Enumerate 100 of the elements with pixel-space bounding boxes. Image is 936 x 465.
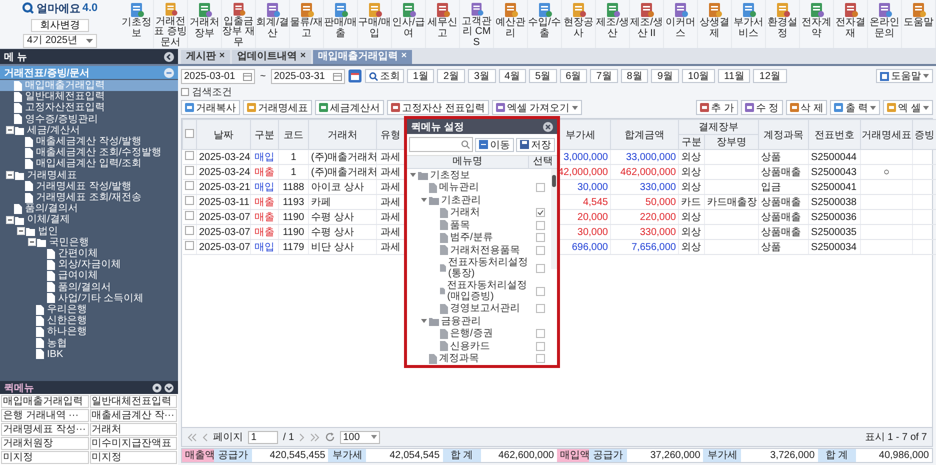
toolbar-item[interactable]: 부가서비스	[732, 0, 766, 48]
collapse-icon[interactable]	[164, 52, 174, 62]
menu-tree-item[interactable]: 기초관리	[407, 194, 529, 206]
tree-item[interactable]: 거래명세표 작성/발행	[0, 180, 178, 192]
toolbar-item[interactable]: 거래전표 증빙문서	[154, 0, 188, 48]
action-button[interactable]: 삭 제	[786, 100, 828, 115]
checkbox[interactable]	[184, 196, 194, 205]
quick-menu-button[interactable]: 일반대체전표입력	[90, 395, 177, 408]
quick-menu-button[interactable]: 거래처원장	[1, 437, 88, 450]
month-button[interactable]: 4월	[498, 69, 526, 83]
tree-item[interactable]: 우리은행	[0, 304, 178, 316]
month-button[interactable]: 12월	[753, 69, 787, 83]
move-button[interactable]: 이동	[475, 138, 514, 152]
menu-tree-item[interactable]: 전표자동처리설정(매입증빙)	[407, 280, 529, 302]
tree-item[interactable]: 신한은행	[0, 315, 178, 326]
toolbar-item[interactable]: 회계/결산	[256, 0, 290, 48]
menu-tree-item[interactable]: 메뉴관리	[407, 182, 529, 194]
close-icon[interactable]	[219, 52, 225, 58]
calendar-icon[interactable]	[348, 69, 362, 83]
tree-item[interactable]: 간편이체	[0, 248, 178, 260]
checkbox[interactable]	[185, 128, 194, 138]
menu-tree-item[interactable]: 거래처	[407, 206, 529, 219]
previous-page-icon[interactable]	[202, 432, 208, 442]
month-button[interactable]: 1월	[406, 69, 434, 83]
checkbox[interactable]	[184, 211, 194, 220]
menu-tree-item[interactable]: 품목	[407, 219, 529, 232]
month-button[interactable]: 9월	[651, 69, 679, 83]
calendar-icon[interactable]	[332, 72, 342, 80]
tree-item[interactable]: 사업/기타 소득이체	[0, 292, 178, 304]
tree-item[interactable]: 국민은행	[0, 236, 178, 248]
toolbar-item[interactable]: 고객관리 CMS	[460, 0, 494, 48]
month-button[interactable]: 5월	[529, 69, 557, 83]
toolbar-item[interactable]: 물류/재고	[290, 0, 324, 48]
toolbar-item[interactable]: 전자결재	[834, 0, 868, 48]
tab[interactable]: 게시판	[181, 50, 230, 64]
checkbox[interactable]	[536, 264, 544, 272]
checkbox[interactable]	[536, 286, 544, 296]
period-dropdown[interactable]: 4기 2025년	[23, 34, 97, 48]
checkbox[interactable]	[536, 342, 544, 351]
quick-menu-button[interactable]: 미지정	[90, 451, 177, 464]
action-button[interactable]: 추 가	[696, 100, 738, 115]
toolbar-item[interactable]: 인사/급여	[392, 0, 426, 48]
month-button[interactable]: 10월	[682, 69, 716, 83]
quick-menu-button[interactable]: 미지정	[1, 451, 88, 464]
page-field[interactable]: 1	[248, 430, 278, 444]
quick-menu-button[interactable]: 매입매출거래입력	[1, 395, 88, 408]
action-button[interactable]: 고정자산 전표입력	[387, 100, 489, 115]
search-button[interactable]: 조회	[364, 69, 404, 83]
tree-item[interactable]: 품의/결의서	[0, 203, 178, 214]
search-conditions-toggle[interactable]: 검색조건	[181, 86, 933, 97]
menu-tree-item[interactable]: 전표자동처리설정(통장)	[407, 256, 529, 280]
checkbox[interactable]	[536, 208, 544, 218]
tree-item[interactable]: 급여이체	[0, 270, 178, 282]
toolbar-item[interactable]: 도움말	[902, 0, 936, 48]
checkbox[interactable]	[184, 226, 194, 235]
toolbar-item[interactable]: 이커머스	[664, 0, 698, 48]
checkbox[interactable]	[184, 241, 194, 250]
toolbar-item[interactable]: 세무신고	[426, 0, 460, 48]
tree-item[interactable]: 하나은행	[0, 326, 178, 338]
month-button[interactable]: 2월	[437, 69, 465, 83]
toolbar-item[interactable]: 거래처장부	[188, 0, 222, 48]
quick-menu-button[interactable]: 매출세금계산 작···	[90, 409, 177, 422]
checkbox[interactable]	[536, 304, 544, 314]
menu-tree-item[interactable]: 계정과목	[407, 352, 529, 365]
tree-item[interactable]: 거래명세표	[0, 170, 178, 181]
calendar-icon[interactable]	[243, 72, 252, 80]
refresh-icon[interactable]	[325, 432, 336, 442]
first-page-icon[interactable]	[187, 432, 197, 442]
toolbar-item[interactable]: 제조/생산 II	[630, 0, 664, 48]
quick-menu-button[interactable]: 거래명세표 작성···	[1, 423, 88, 436]
menu-tree-item[interactable]: 은행/증권	[407, 328, 529, 340]
checkbox[interactable]	[536, 220, 544, 230]
checkbox[interactable]	[184, 151, 194, 160]
menu-tree-item[interactable]: 기초정보	[407, 169, 529, 182]
month-button[interactable]: 3월	[468, 69, 496, 83]
quick-menu-button[interactable]: 미수미지급잔액표	[90, 437, 177, 450]
checkbox[interactable]	[536, 233, 544, 242]
tree-item[interactable]: 매출세금계산 조회/수정발행	[0, 147, 178, 158]
action-button[interactable]: 엑셀 가져오기	[492, 100, 582, 115]
action-button[interactable]: 수 정	[740, 100, 783, 115]
toolbar-item[interactable]: 기초정보	[120, 0, 154, 48]
month-button[interactable]: 11월	[718, 69, 750, 83]
menu-tree-item[interactable]: 금융관리	[407, 315, 529, 328]
company-change-button[interactable]: 회사변경	[31, 18, 89, 32]
action-button[interactable]: 거래명세표	[243, 100, 312, 115]
tree-item[interactable]: 거래명세표 조회/재전송	[0, 192, 178, 204]
toolbar-item[interactable]: 입출금장부 재무	[222, 0, 256, 48]
tree-item[interactable]: 농협	[0, 338, 178, 349]
tree-item[interactable]: 품의/결의서	[0, 282, 178, 293]
quick-menu-button[interactable]: 은행 거래내역 ···	[1, 409, 88, 422]
tree-item[interactable]: 매입세금계산 입력/조회	[0, 158, 178, 170]
tree-item[interactable]: 영수증/증빙관리	[0, 114, 178, 125]
menu-tree-item[interactable]: 경영보고서관리	[407, 302, 529, 315]
checkbox[interactable]	[536, 329, 544, 338]
tree-item[interactable]: 고정자산전표입력	[0, 102, 178, 114]
tree-item[interactable]: 이체/결제	[0, 214, 178, 226]
month-button[interactable]: 7월	[590, 69, 618, 83]
tree-item[interactable]: 일반대체전표입력	[0, 91, 178, 102]
tree-item[interactable]: 법인	[0, 226, 178, 237]
checkbox[interactable]	[184, 166, 194, 175]
